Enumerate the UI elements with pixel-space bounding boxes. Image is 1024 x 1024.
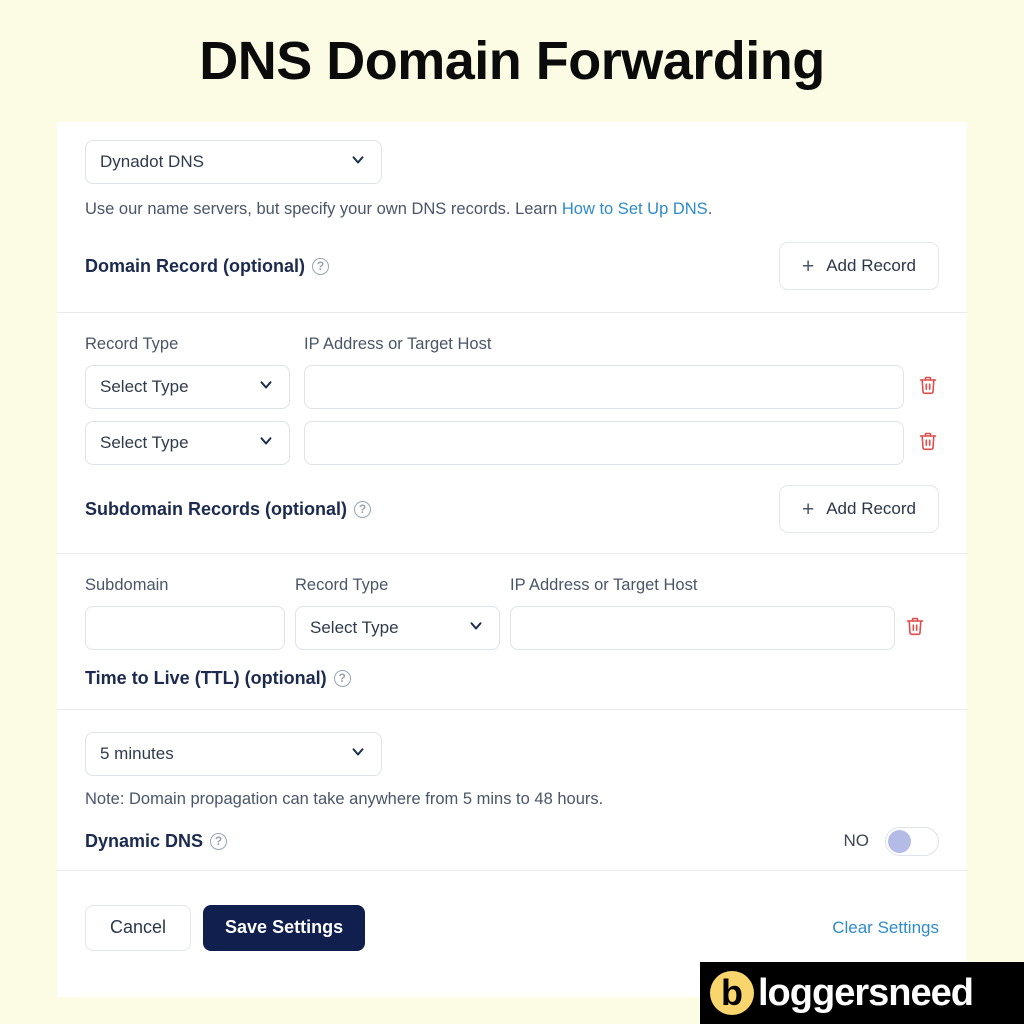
help-icon[interactable]: ? [354,500,372,518]
record-type-select[interactable]: Select Type [295,606,500,651]
subdomain-input[interactable] [85,606,285,651]
watermark-text: loggersneed [758,971,974,1014]
footer-button-group: Cancel Save Settings [85,904,366,951]
add-subdomain-record-label: Add Record [826,499,916,519]
ttl-section: 5 minutes Note: Domain propagation can t… [57,710,967,869]
add-domain-record-button[interactable]: + Add Record [778,242,939,291]
record-type-select-value: Select Type [310,618,399,638]
table-row: Select Type [85,606,939,651]
subdomain-records-heading: Subdomain Records (optional) ? [85,498,372,520]
ttl-note: Note: Domain propagation can take anywhe… [85,790,604,809]
record-type-select-value: Select Type [100,433,189,453]
column-header-target-host: IP Address or Target Host [510,576,698,595]
dynamic-dns-toggle-wrap: NO [843,826,939,856]
how-to-set-up-dns-link[interactable]: How to Set Up DNS [562,200,708,218]
dns-mode-description: Use our name servers, but specify your o… [85,198,939,220]
subdomain-records-heading-text: Subdomain Records (optional) [85,498,348,519]
domain-record-heading: Domain Record (optional) ? [85,256,329,277]
clear-settings-link[interactable]: Clear Settings [832,918,939,938]
plus-icon: + [801,254,815,278]
delete-record-icon[interactable] [918,374,948,401]
watermark-badge-icon: b [710,971,754,1015]
delete-record-icon[interactable] [918,430,948,457]
chevron-down-icon [349,151,367,174]
target-host-input[interactable] [304,421,904,466]
target-host-input[interactable] [510,606,895,651]
card-footer: Cancel Save Settings Clear Settings [57,904,967,951]
domain-record-heading-text: Domain Record (optional) [85,255,305,276]
dynamic-dns-label: Dynamic DNS [85,830,204,851]
domain-records-section: Record Type IP Address or Target Host Se… [57,313,967,553]
record-type-select[interactable]: Select Type [85,365,290,410]
dynamic-dns-state-label: NO [843,831,870,851]
record-type-select-value: Select Type [100,377,189,397]
dynamic-dns-row: Dynamic DNS ? NO [85,826,939,870]
cancel-button[interactable]: Cancel [85,904,192,951]
chevron-down-icon [467,617,485,640]
add-domain-record-label: Add Record [826,256,916,276]
dns-mode-description-period: . [707,200,713,218]
ttl-heading: Time to Live (TTL) (optional) ? [85,668,351,709]
help-icon[interactable]: ? [333,670,351,688]
toggle-knob [888,829,911,853]
divider [57,869,967,871]
page-title: DNS Domain Forwarding [199,31,825,91]
ttl-heading-text: Time to Live (TTL) (optional) [85,668,327,689]
chevron-down-icon [349,743,367,766]
target-host-input[interactable] [304,365,904,410]
watermark: b loggersneed [700,962,1024,1024]
dns-mode-description-text: Use our name servers, but specify your o… [85,200,562,218]
save-settings-button[interactable]: Save Settings [203,904,366,951]
dns-mode-section: Dynadot DNS Use our name servers, but sp… [57,122,967,312]
dns-settings-card: Dynadot DNS Use our name servers, but sp… [57,122,967,997]
ttl-select-value: 5 minutes [100,744,174,764]
chevron-down-icon [257,376,275,399]
record-type-select[interactable]: Select Type [85,421,290,466]
column-header-subdomain: Subdomain [85,576,169,595]
dynamic-dns-toggle[interactable] [885,826,939,856]
add-subdomain-record-button[interactable]: + Add Record [778,485,939,534]
subdomain-records-header-row: Subdomain Record Type IP Address or Targ… [85,576,939,595]
help-icon[interactable]: ? [210,832,228,850]
column-header-record-type: Record Type [85,335,179,354]
subdomain-records-section: Subdomain Record Type IP Address or Targ… [57,554,967,709]
table-row: Select Type [85,421,939,466]
chevron-down-icon [257,432,275,455]
dynamic-dns-heading: Dynamic DNS ? [85,830,228,852]
plus-icon: + [801,497,815,521]
help-icon[interactable]: ? [312,257,329,275]
domain-records-header-row: Record Type IP Address or Target Host [85,335,939,354]
column-header-record-type: Record Type [295,576,389,595]
dns-mode-select[interactable]: Dynadot DNS [85,140,382,184]
dns-mode-select-value: Dynadot DNS [100,152,204,171]
ttl-select[interactable]: 5 minutes [85,732,382,777]
column-header-target-host: IP Address or Target Host [304,335,492,354]
table-row: Select Type [85,365,939,410]
delete-record-icon[interactable] [905,615,935,642]
